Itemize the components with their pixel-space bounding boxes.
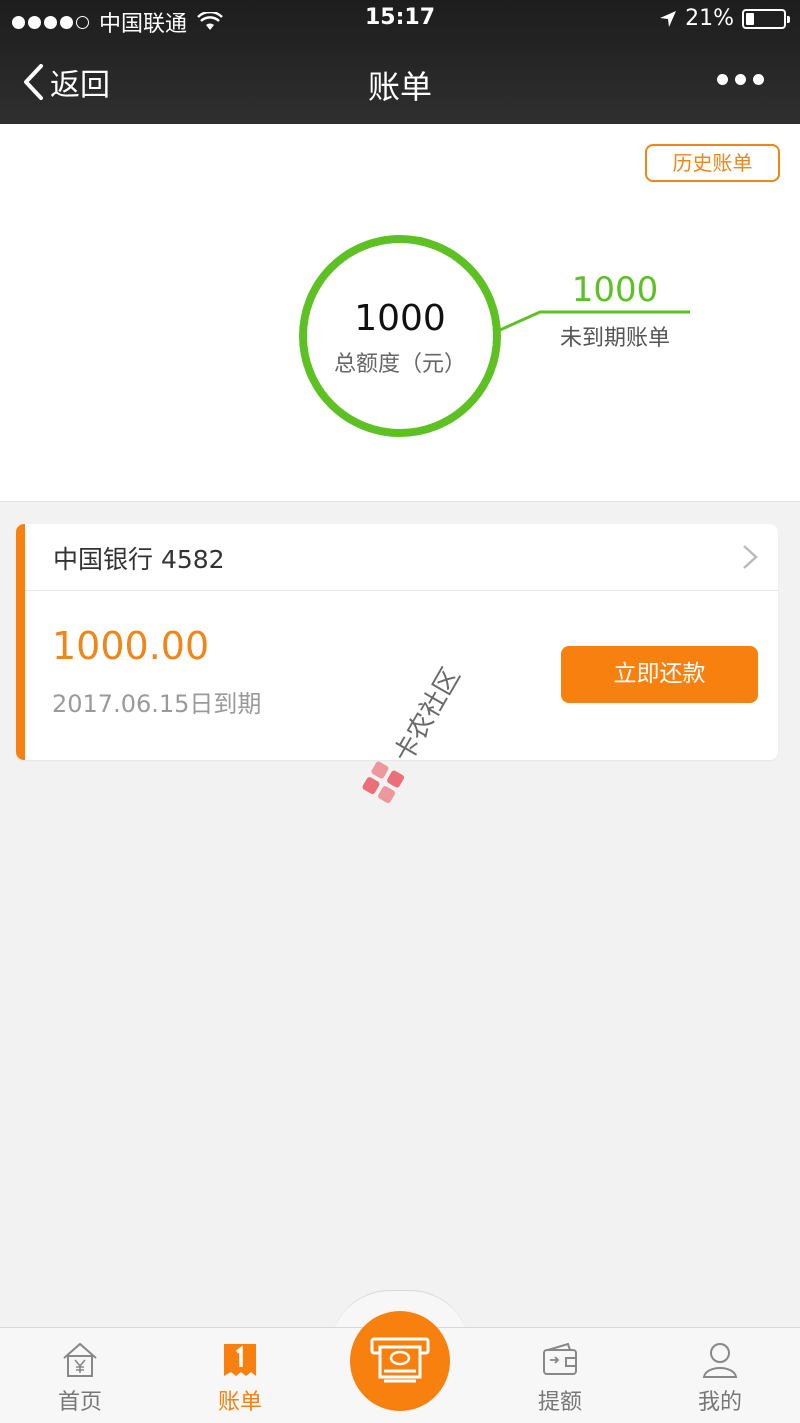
tab-label: 账单 — [217, 1390, 262, 1415]
more-dot-icon — [717, 74, 728, 85]
user-icon — [702, 1343, 738, 1378]
location-arrow-icon — [660, 10, 677, 27]
bank-name: 中国银行 4582 — [53, 545, 225, 574]
wallet-icon — [543, 1342, 577, 1375]
tab-mine[interactable]: 我的 — [640, 1328, 800, 1423]
watermark-logo-icon — [362, 761, 405, 804]
back-label: 返回 — [50, 68, 110, 103]
bill-icon — [224, 1344, 256, 1376]
back-button[interactable]: 返回 — [22, 60, 110, 104]
status-bar: 中国联通 15:17 21% — [0, 0, 800, 40]
tab-label: 提额 — [537, 1390, 582, 1415]
tab-bill[interactable]: 账单 — [160, 1328, 320, 1423]
bill-amount: 1000.00 — [52, 624, 210, 668]
tab-label: 首页 — [57, 1390, 102, 1415]
tab-raise-limit[interactable]: 提额 — [480, 1328, 640, 1423]
bank-card-row[interactable]: 中国银行 4582 — [25, 524, 778, 591]
battery-level — [746, 12, 754, 25]
leader-line — [499, 310, 690, 332]
bill-card: 中国银行 4582 1000.00 2017.06.15日到期 立即还款 — [16, 524, 778, 760]
chevron-right-icon — [743, 545, 758, 569]
chevron-left-icon — [24, 64, 43, 100]
home-yen-icon — [63, 1342, 97, 1377]
bill-summary: 历史账单 1000 总额度（元） 1000 未到期账单 — [0, 124, 800, 502]
card-accent-bar — [16, 524, 25, 760]
tab-withdraw-center-button[interactable] — [350, 1311, 450, 1411]
top-bar: 中国联通 15:17 21% 返回 账单 — [0, 0, 800, 124]
cash-withdraw-icon — [370, 1337, 430, 1383]
more-dot-icon — [735, 74, 746, 85]
more-dot-icon — [753, 74, 764, 85]
page-title: 账单 — [367, 68, 432, 106]
battery-icon — [742, 8, 790, 29]
repay-now-button[interactable]: 立即还款 — [561, 646, 758, 703]
tab-label: 我的 — [697, 1390, 742, 1415]
due-date: 2017.06.15日到期 — [52, 690, 262, 718]
unpaid-label: 未到期账单 — [559, 326, 670, 351]
more-options-button[interactable] — [717, 74, 764, 85]
navigation-bar: 返回 账单 — [0, 40, 800, 124]
battery-percent: 21% — [685, 6, 734, 31]
tab-home[interactable]: 首页 — [0, 1328, 160, 1423]
unpaid-amount: 1000 — [571, 270, 659, 310]
